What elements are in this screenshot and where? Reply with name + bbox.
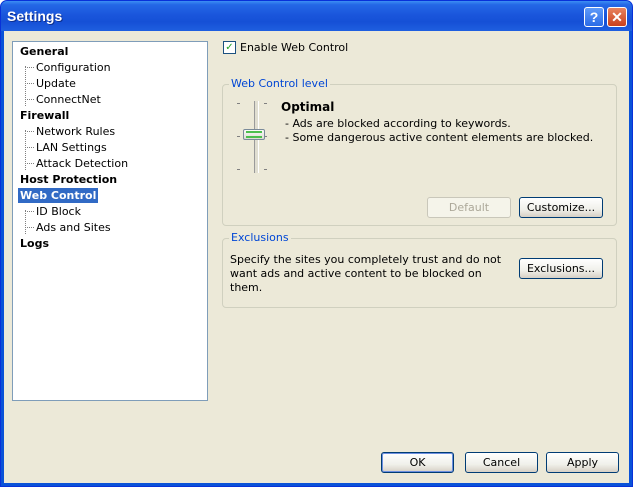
web-control-level-group: Web Control level Optimal - Ads are bloc… (222, 77, 617, 226)
check-icon: ✓ (225, 42, 234, 53)
cancel-button[interactable]: Cancel (465, 452, 538, 473)
dialog-client: General Configuration Update ConnectNet … (4, 31, 629, 483)
level-description-line: - Ads are blocked according to keywords. (285, 117, 511, 130)
tree-item-connectnet[interactable]: ConnectNet (27, 92, 101, 107)
enable-web-control-checkbox[interactable]: ✓ Enable Web Control (223, 41, 348, 54)
tree-item-attack-detection[interactable]: Attack Detection (27, 156, 128, 171)
level-slider-thumb[interactable] (243, 129, 265, 140)
tree-item-general[interactable]: General (18, 44, 70, 59)
slider-tick (237, 136, 240, 137)
exclusions-button[interactable]: Exclusions... (519, 258, 603, 279)
tree-item-ads-and-sites[interactable]: Ads and Sites (27, 220, 111, 235)
exclusions-description: Specify the sites you completely trust a… (230, 253, 502, 294)
tree-item-update[interactable]: Update (27, 76, 76, 91)
settings-window: Settings ? ✕ General Configuration Updat… (0, 0, 633, 487)
tree-connector (25, 130, 26, 170)
checkbox-box[interactable]: ✓ (223, 41, 236, 54)
tree-item-id-block[interactable]: ID Block (27, 204, 81, 219)
slider-tick (264, 103, 267, 104)
tree-item-host-protection[interactable]: Host Protection (18, 172, 119, 187)
web-control-level-legend: Web Control level (229, 77, 330, 90)
tree-connector (25, 210, 26, 234)
exclusions-legend: Exclusions (229, 231, 291, 244)
window-title: Settings (7, 8, 63, 24)
slider-tick (237, 103, 240, 104)
slider-tick (237, 169, 240, 170)
close-button[interactable]: ✕ (607, 7, 627, 27)
tree-item-web-control[interactable]: Web Control (18, 188, 99, 203)
settings-tree[interactable]: General Configuration Update ConnectNet … (12, 41, 208, 401)
tree-item-firewall[interactable]: Firewall (18, 108, 71, 123)
level-description: - Ads are blocked according to keywords.… (285, 117, 593, 145)
slider-tick (264, 169, 267, 170)
level-description-line: - Some dangerous active content elements… (285, 131, 594, 144)
customize-button[interactable]: Customize... (519, 197, 603, 218)
exclusions-group: Exclusions Specify the sites you complet… (222, 231, 617, 308)
tree-item-network-rules[interactable]: Network Rules (27, 124, 115, 139)
enable-web-control-label: Enable Web Control (240, 41, 349, 54)
tree-connector (25, 66, 26, 106)
tree-item-configuration[interactable]: Configuration (27, 60, 111, 75)
close-icon: ✕ (611, 8, 623, 25)
title-bar[interactable]: Settings ? ✕ (1, 1, 632, 31)
apply-button[interactable]: Apply (546, 452, 619, 473)
level-name: Optimal (281, 100, 335, 114)
ok-button[interactable]: OK (381, 452, 454, 473)
tree-item-logs[interactable]: Logs (18, 236, 51, 251)
help-button[interactable]: ? (584, 7, 604, 27)
help-icon: ? (589, 9, 599, 25)
tree-item-lan-settings[interactable]: LAN Settings (27, 140, 107, 155)
default-level-button[interactable]: Default (427, 197, 511, 218)
